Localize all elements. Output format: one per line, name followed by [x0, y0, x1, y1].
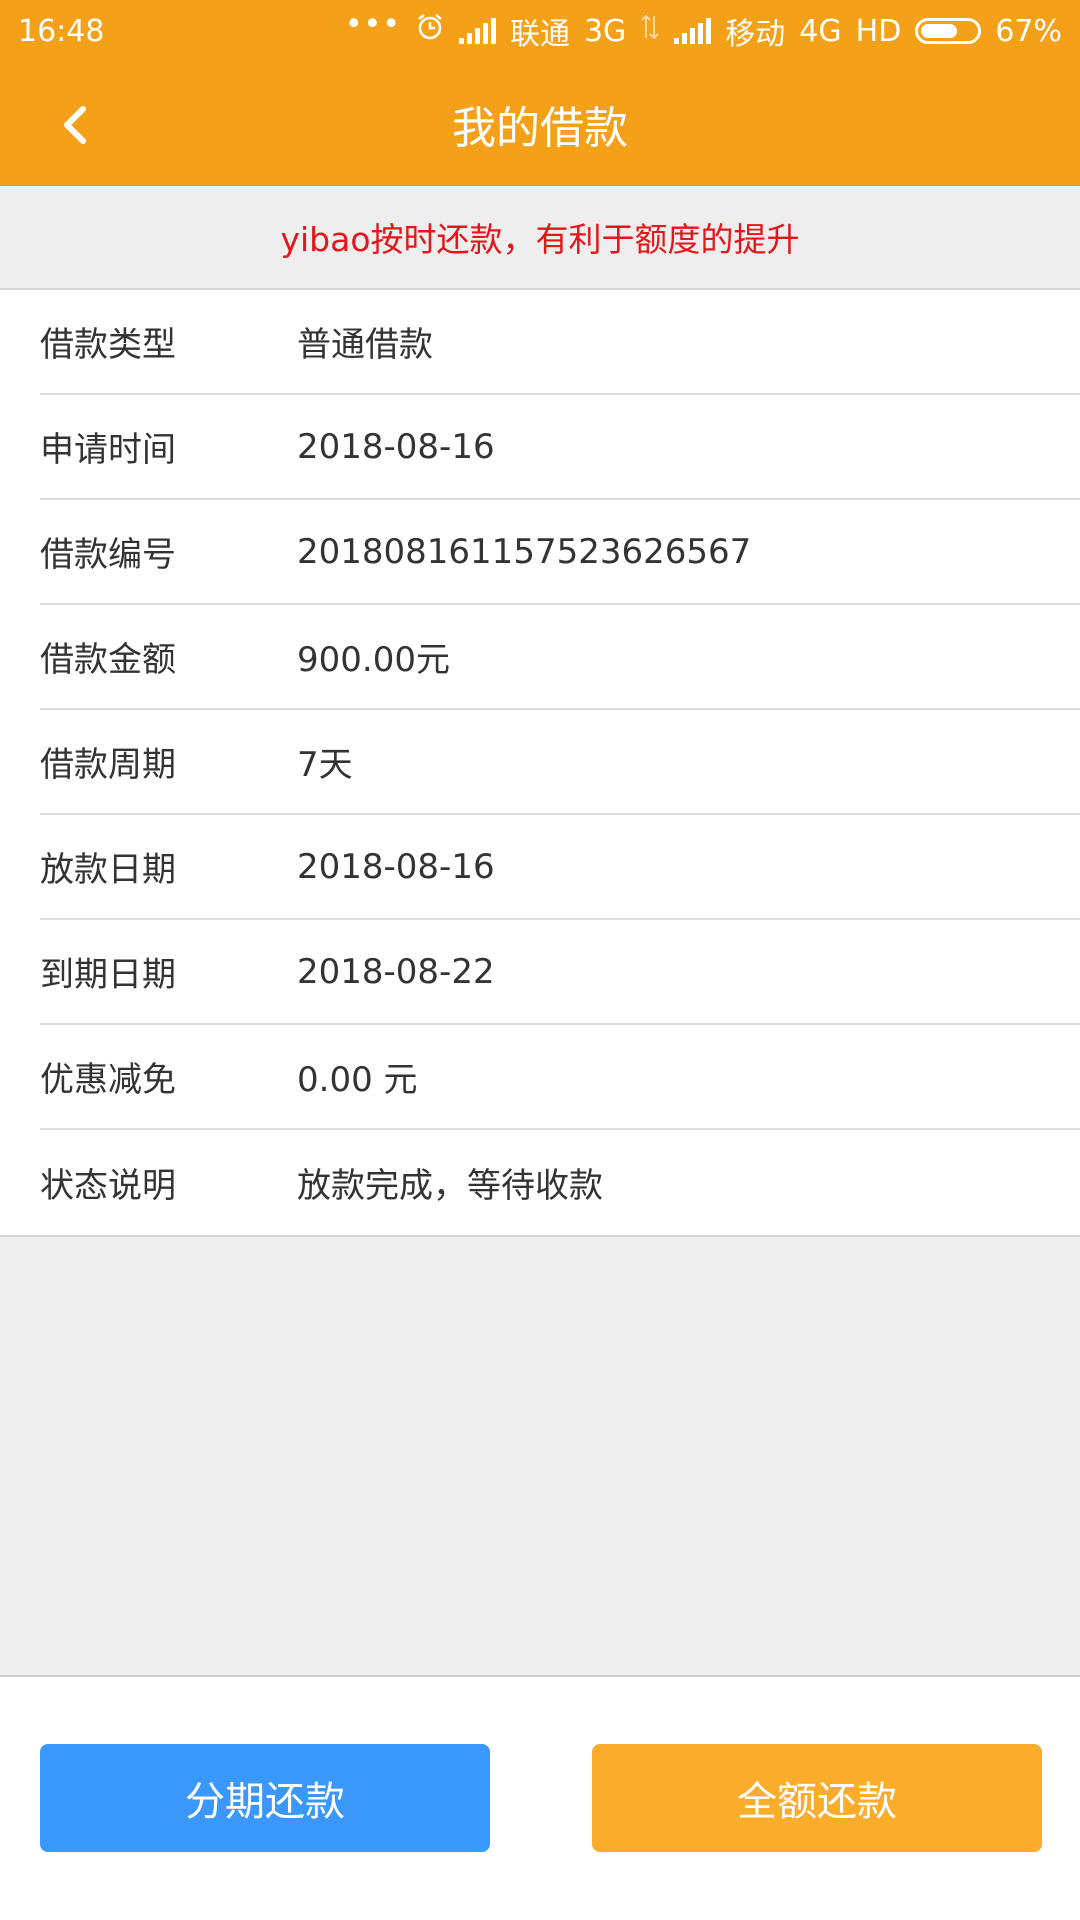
carrier-1: 联通: [509, 17, 570, 52]
bottom-action-bar: 分期还款 全额还款: [0, 1675, 1080, 1920]
detail-value: 2018-08-16: [297, 426, 495, 467]
detail-label: 借款金额: [40, 640, 176, 680]
detail-value: 0.00 元: [297, 1060, 418, 1100]
detail-row-status: 状态说明 放款完成，等待收款: [40, 1130, 1080, 1235]
battery-icon: [915, 18, 982, 44]
signal-icon-1: [458, 18, 496, 44]
repayment-notice: yibao按时还款，有利于额度的提升: [0, 186, 1080, 290]
loan-detail-list: 借款类型 普通借款 申请时间 2018-08-16 借款编号 201808161…: [0, 290, 1080, 1237]
title-bar: 我的借款: [0, 62, 1080, 186]
alarm-icon: [415, 12, 445, 50]
detail-value: 2018-08-16: [297, 846, 495, 887]
battery-percent: 67%: [995, 13, 1062, 49]
detail-row-apply-time: 申请时间 2018-08-16: [40, 395, 1080, 500]
chevron-left-icon: [64, 106, 86, 144]
screen: 16:48 ••• 联通 3G 移动 4G HD 67% 我的借款 yibao按…: [0, 0, 1080, 1920]
detail-row-loan-number: 借款编号 201808161157523626567: [40, 500, 1080, 605]
detail-label: 借款编号: [40, 535, 176, 575]
detail-label: 申请时间: [40, 430, 176, 470]
detail-label: 借款类型: [40, 325, 176, 365]
page-title: 我的借款: [452, 103, 628, 154]
full-repay-button[interactable]: 全额还款: [592, 1744, 1042, 1852]
detail-row-discount: 优惠减免 0.00 元: [40, 1025, 1080, 1130]
detail-value: 201808161157523626567: [297, 531, 752, 572]
data-transfer-icon: [640, 12, 660, 50]
detail-value: 放款完成，等待收款: [297, 1166, 603, 1206]
status-bar: 16:48 ••• 联通 3G 移动 4G HD 67%: [0, 0, 1080, 62]
detail-value: 2018-08-22: [297, 951, 495, 992]
detail-row-loan-period: 借款周期 7天: [40, 710, 1080, 815]
carrier-2: 移动: [725, 17, 786, 52]
detail-row-loan-amount: 借款金额 900.00元: [40, 605, 1080, 710]
detail-value: 普通借款: [297, 325, 433, 365]
detail-row-disburse-date: 放款日期 2018-08-16: [40, 815, 1080, 920]
detail-label: 状态说明: [40, 1166, 176, 1206]
detail-label: 到期日期: [40, 955, 176, 995]
network-1: 3G: [583, 13, 627, 49]
detail-label: 优惠减免: [40, 1060, 176, 1100]
status-icons: ••• 联通 3G 移动 4G HD 67%: [345, 9, 1062, 53]
signal-icon-2: [674, 18, 712, 44]
installment-repay-button[interactable]: 分期还款: [40, 1744, 490, 1852]
more-dots-icon: •••: [344, 7, 401, 42]
detail-value: 7天: [297, 745, 353, 785]
detail-row-loan-type: 借款类型 普通借款: [40, 290, 1080, 395]
detail-label: 放款日期: [40, 850, 176, 890]
back-button[interactable]: [40, 90, 110, 160]
network-2: 4G: [799, 13, 842, 49]
detail-row-due-date: 到期日期 2018-08-22: [40, 920, 1080, 1025]
hd-indicator: HD: [855, 13, 902, 49]
detail-label: 借款周期: [40, 745, 176, 785]
detail-value: 900.00元: [297, 640, 450, 680]
status-time: 16:48: [18, 13, 105, 49]
